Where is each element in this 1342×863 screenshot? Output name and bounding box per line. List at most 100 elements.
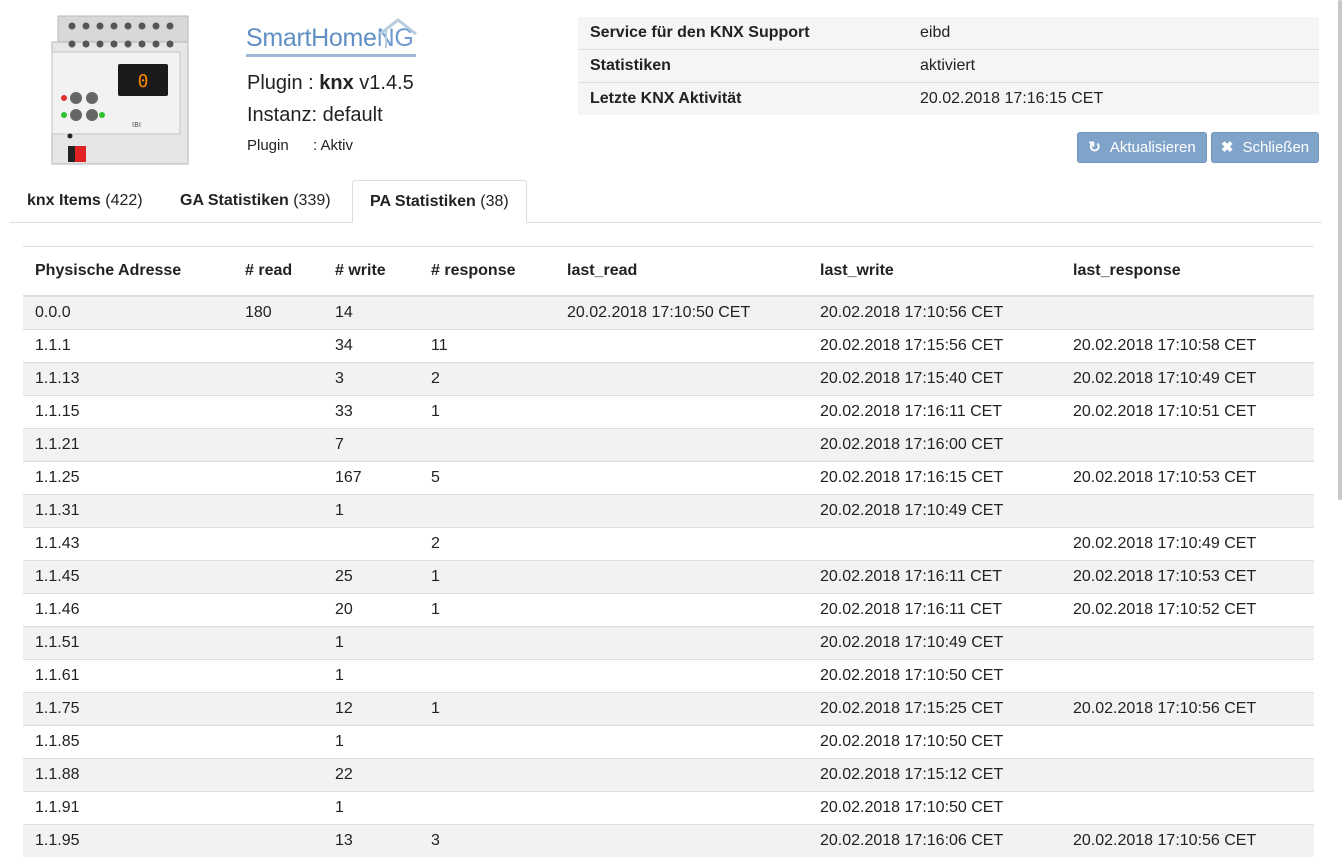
table-cell xyxy=(233,626,323,660)
table-cell: 20.02.2018 17:10:49 CET xyxy=(1061,527,1314,561)
table-cell: 2 xyxy=(419,527,555,561)
table-cell xyxy=(233,725,323,759)
table-cell: 20.02.2018 17:15:25 CET xyxy=(808,692,1061,726)
table-cell xyxy=(555,428,808,462)
table-cell xyxy=(1061,758,1314,792)
pa-statistics-table: Physische Adresse # read # write # respo… xyxy=(23,246,1314,857)
table-row: 1.1.46 20 1 20.02.2018 17:16:11 CET 20.02.20… xyxy=(23,593,1314,627)
table-cell: 20.02.2018 17:10:49 CET xyxy=(808,494,1061,528)
close-button[interactable]: ✖ Schließen xyxy=(1211,132,1319,163)
table-cell xyxy=(419,725,555,759)
table-cell xyxy=(419,428,555,462)
close-icon: ✖ xyxy=(1220,139,1234,156)
table-cell: 1 xyxy=(419,560,555,594)
table-cell: 33 xyxy=(323,395,419,429)
table-row: 0.0.0 180 14 20.02.2018 17:10:50 CET 20.02.2… xyxy=(23,295,1314,330)
table-cell xyxy=(555,593,808,627)
table-cell xyxy=(1061,659,1314,693)
table-cell: 13 xyxy=(323,824,419,857)
table-cell: 11 xyxy=(419,329,555,363)
table-cell: 12 xyxy=(323,692,419,726)
tab-knx-items[interactable]: knx Items (422) xyxy=(10,180,160,222)
table-cell xyxy=(555,527,808,561)
tab-ga-statistiken[interactable]: GA Statistiken (339) xyxy=(163,180,348,222)
page-scrollbar[interactable] xyxy=(1338,0,1342,500)
table-row: 1.1.25 167 5 20.02.2018 17:16:15 CET 20.02.2… xyxy=(23,461,1314,495)
table-cell: 20.02.2018 17:15:40 CET xyxy=(808,362,1061,396)
refresh-button[interactable]: ↻ Aktualisieren xyxy=(1077,132,1207,163)
table-cell: 20.02.2018 17:15:12 CET xyxy=(808,758,1061,792)
table-cell xyxy=(419,494,555,528)
table-cell: 20.02.2018 17:10:50 CET xyxy=(808,659,1061,693)
column-header[interactable]: last_response xyxy=(1061,246,1314,297)
table-cell: 20.02.2018 17:10:56 CET xyxy=(1061,824,1314,857)
table-cell: 14 xyxy=(323,295,419,330)
smarthomeng-logo: SmartHomeNG xyxy=(246,16,422,58)
info-row: Service für den KNX Support eibd xyxy=(578,17,1319,50)
pa-statistics-panel: Physische Adresse # read # write # respo… xyxy=(23,246,1314,857)
svg-text:IBI: IBI xyxy=(132,121,141,129)
table-cell: 25 xyxy=(323,560,419,594)
table-cell: 20.02.2018 17:10:51 CET xyxy=(1061,395,1314,429)
info-value: aktiviert xyxy=(908,49,1319,83)
table-cell: 20.02.2018 17:10:50 CET xyxy=(808,725,1061,759)
table-cell: 0.0.0 xyxy=(23,295,233,330)
table-cell: 20.02.2018 17:10:58 CET xyxy=(1061,329,1314,363)
table-cell xyxy=(419,626,555,660)
table-cell: 20.02.2018 17:10:56 CET xyxy=(1061,692,1314,726)
table-cell xyxy=(233,362,323,396)
table-row: 1.1.13 3 2 20.02.2018 17:15:40 CET 20.02.201… xyxy=(23,362,1314,396)
table-cell: 20.02.2018 17:16:11 CET xyxy=(808,395,1061,429)
info-key: Letzte KNX Aktivität xyxy=(578,82,908,115)
table-cell: 34 xyxy=(323,329,419,363)
table-cell: 1 xyxy=(323,725,419,759)
table-cell: 1.1.75 xyxy=(23,692,233,726)
table-cell xyxy=(233,461,323,495)
table-cell: 1.1.61 xyxy=(23,659,233,693)
column-header[interactable]: # response xyxy=(419,246,555,297)
table-cell: 7 xyxy=(323,428,419,462)
table-cell xyxy=(555,362,808,396)
table-cell xyxy=(233,329,323,363)
column-header[interactable]: last_read xyxy=(555,246,808,297)
table-cell: 20.02.2018 17:10:50 CET xyxy=(808,791,1061,825)
info-value: eibd xyxy=(908,17,1319,50)
column-header[interactable]: # write xyxy=(323,246,419,297)
table-cell: 2 xyxy=(419,362,555,396)
table-cell: 1 xyxy=(323,626,419,660)
table-cell: 1.1.45 xyxy=(23,560,233,594)
table-cell: 1.1.13 xyxy=(23,362,233,396)
table-cell xyxy=(555,395,808,429)
table-cell: 1.1.51 xyxy=(23,626,233,660)
table-cell xyxy=(555,494,808,528)
tab-pa-statistiken[interactable]: PA Statistiken (38) xyxy=(352,180,527,223)
plugin-title: Plugin : knx v1.4.5 xyxy=(247,72,414,94)
column-header[interactable]: last_write xyxy=(808,246,1061,297)
table-cell xyxy=(323,527,419,561)
svg-text:0: 0 xyxy=(138,71,149,92)
knx-device-image: 0 IBI xyxy=(50,14,192,166)
table-row: 1.1.85 1 20.02.2018 17:10:50 CET xyxy=(23,725,1314,759)
table-cell: 1.1.21 xyxy=(23,428,233,462)
table-cell xyxy=(555,758,808,792)
table-cell: 20.02.2018 17:10:52 CET xyxy=(1061,593,1314,627)
table-cell: 20.02.2018 17:16:11 CET xyxy=(808,593,1061,627)
column-header[interactable]: Physische Adresse xyxy=(23,246,233,297)
table-cell: 20.02.2018 17:16:06 CET xyxy=(808,824,1061,857)
column-header[interactable]: # read xyxy=(233,246,323,297)
info-value: 20.02.2018 17:16:15 CET xyxy=(908,82,1319,115)
table-row: 1.1.1 34 11 20.02.2018 17:15:56 CET 20.02.20… xyxy=(23,329,1314,363)
info-key: Statistiken xyxy=(578,49,908,83)
table-cell xyxy=(1061,428,1314,462)
table-cell xyxy=(1061,791,1314,825)
table-cell: 20 xyxy=(323,593,419,627)
table-cell: 1.1.88 xyxy=(23,758,233,792)
table-cell: 20.02.2018 17:10:53 CET xyxy=(1061,461,1314,495)
table-cell: 5 xyxy=(419,461,555,495)
table-cell xyxy=(233,593,323,627)
table-cell xyxy=(808,527,1061,561)
table-row: 1.1.31 1 20.02.2018 17:10:49 CET xyxy=(23,494,1314,528)
table-cell xyxy=(233,527,323,561)
plugin-status: Plugin: Aktiv xyxy=(247,137,354,154)
table-cell: 1.1.95 xyxy=(23,824,233,857)
